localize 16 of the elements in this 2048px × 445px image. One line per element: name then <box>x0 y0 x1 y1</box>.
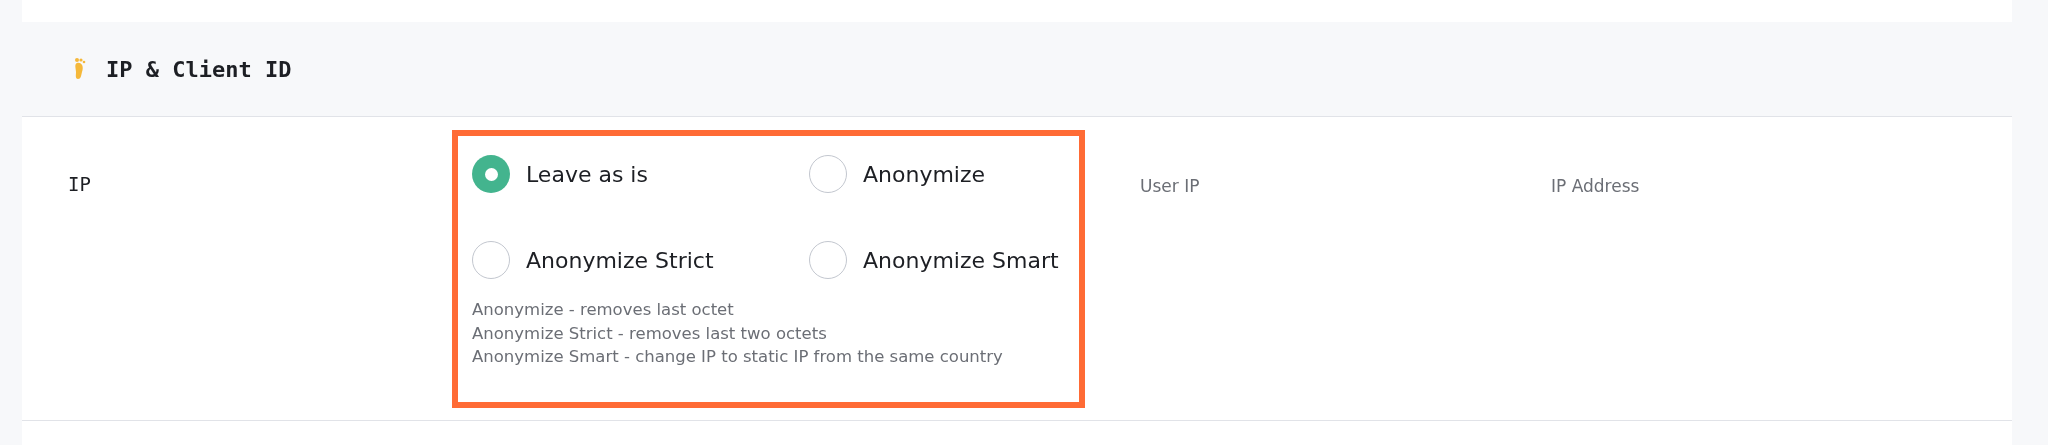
radio-option[interactable]: Leave as is <box>472 154 809 194</box>
foot-icon <box>72 57 88 81</box>
field-label: IP <box>68 173 92 195</box>
radio-button[interactable] <box>472 241 510 279</box>
hint-text: Anonymize Smart - change IP to static IP from the same country <box>472 346 1004 368</box>
column-text: IP Address <box>1551 176 1641 196</box>
radio-option[interactable]: Anonymize <box>809 154 1059 194</box>
radio-button[interactable] <box>809 241 847 279</box>
section-title: IP & Client ID <box>106 56 292 82</box>
radio-option[interactable]: Anonymize Smart <box>809 240 1059 280</box>
column-text: User IP <box>1140 176 1201 196</box>
radio-button[interactable] <box>809 155 847 193</box>
radio-option[interactable]: Anonymize Strict <box>472 240 809 280</box>
radio-button[interactable] <box>472 155 510 193</box>
hint-text: Anonymize Strict - removes last two octets <box>472 322 828 345</box>
hint-text: Anonymize - removes last octet <box>472 299 735 321</box>
